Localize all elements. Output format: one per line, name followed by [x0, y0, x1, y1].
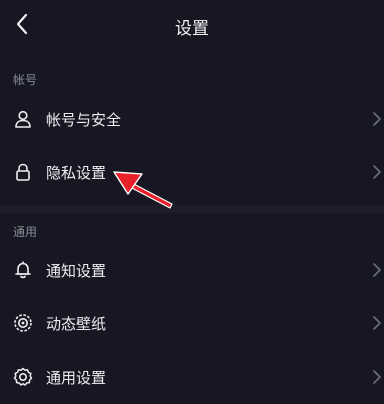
menu-item-account-security[interactable]: 帐号与安全 [0, 94, 384, 144]
menu-item-notification-settings[interactable]: 通知设置 [0, 245, 384, 295]
chevron-right-icon [373, 165, 381, 179]
lock-icon [12, 161, 34, 183]
chevron-right-icon [373, 263, 381, 277]
chevron-right-icon [373, 370, 381, 384]
menu-item-privacy-settings[interactable]: 隐私设置 [0, 147, 384, 197]
menu-item-live-wallpaper[interactable]: 动态壁纸 [0, 298, 384, 348]
menu-item-label: 通知设置 [46, 261, 107, 280]
section-label-general: 通用 [13, 225, 38, 239]
menu-item-label: 通用设置 [46, 368, 107, 387]
section-divider [0, 205, 384, 213]
header-bar: 设置 [0, 0, 384, 50]
gear-icon [12, 366, 34, 388]
menu-item-general-settings[interactable]: 通用设置 [0, 352, 384, 402]
chevron-right-icon [373, 316, 381, 330]
user-icon [12, 108, 34, 130]
menu-item-label: 隐私设置 [46, 163, 107, 182]
menu-item-label: 帐号与安全 [46, 110, 122, 129]
section-label-account: 帐号 [13, 73, 38, 87]
menu-item-label: 动态壁纸 [46, 314, 107, 333]
wallpaper-icon [12, 312, 34, 334]
page-title: 设置 [175, 19, 209, 39]
chevron-right-icon [373, 112, 381, 126]
bell-icon [12, 259, 34, 281]
